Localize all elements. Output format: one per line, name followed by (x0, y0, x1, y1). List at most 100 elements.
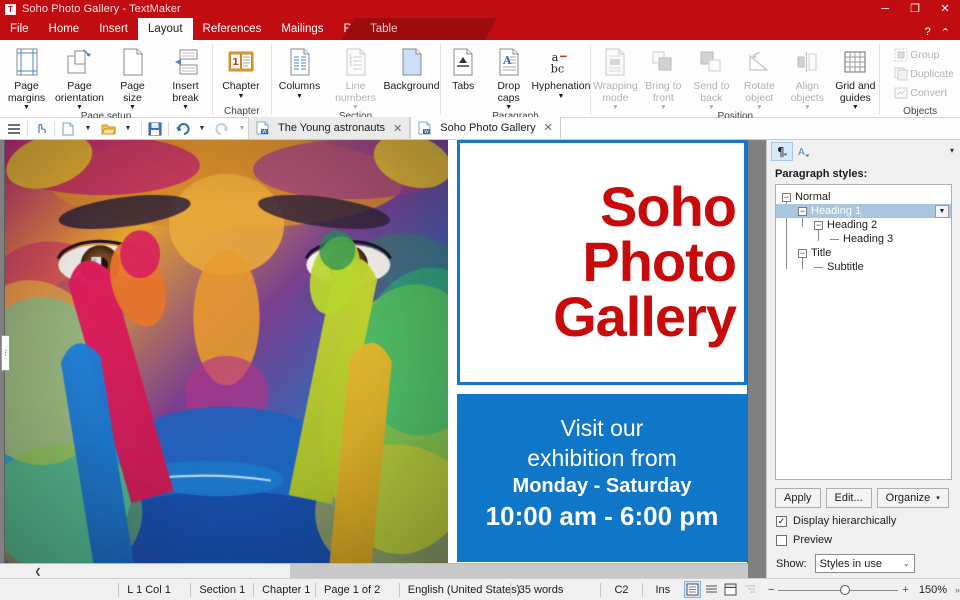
bring-to-front-button[interactable]: Bring to front ▼ (639, 43, 687, 111)
display-hierarchically-checkbox[interactable]: ✓ (776, 516, 787, 527)
word-count[interactable]: 35 words (511, 579, 600, 600)
undo-icon[interactable] (172, 119, 192, 139)
exhibition-info-frame[interactable]: Visit our exhibition from Monday - Satur… (457, 394, 747, 562)
background-button[interactable]: Background (384, 43, 440, 101)
character-style-icon[interactable]: A (793, 142, 815, 161)
tab-insert[interactable]: Insert (89, 18, 138, 40)
tab-mailings[interactable]: Mailings (271, 18, 333, 40)
zoom-level[interactable]: 150% (919, 584, 947, 596)
document-tab-young-astronauts[interactable]: W The Young astronauts ✕ (248, 117, 410, 139)
collapse-toggle-icon[interactable]: − (798, 249, 807, 258)
tree-item-heading-1[interactable]: − Heading 1 ▼ (776, 204, 951, 218)
convert-button[interactable]: Convert (890, 83, 953, 102)
grid-and-guides-button[interactable]: Grid and guides ▼ (831, 43, 879, 111)
paragraph-styles-tree[interactable]: − Normal − Heading 1 ▼ − Heading 2 Headi… (775, 184, 952, 480)
page-orientation-icon (64, 46, 96, 78)
page-orientation-button[interactable]: Page orientation ▼ (53, 43, 106, 111)
hyphenation-icon: a bc (545, 46, 577, 78)
svg-text:bc: bc (551, 62, 565, 75)
style-dropdown-icon[interactable]: ▼ (935, 205, 949, 218)
tree-item-heading-3[interactable]: Heading 3 (776, 232, 951, 246)
tabs-button[interactable]: Tabs (440, 43, 486, 101)
status-overflow-icon[interactable]: » (955, 585, 960, 595)
close-button[interactable]: ✕ (930, 0, 960, 18)
tree-item-heading-2[interactable]: − Heading 2 (776, 218, 951, 232)
close-icon[interactable]: ✕ (393, 122, 402, 135)
close-icon[interactable]: ✕ (544, 121, 553, 134)
wrapping-mode-button[interactable]: Wrapping mode ▼ (591, 43, 639, 111)
chevron-down-icon: ▼ (505, 104, 512, 111)
tab-file[interactable]: File (0, 18, 39, 40)
redo-icon[interactable] (212, 119, 232, 139)
edit-button[interactable]: Edit... (826, 488, 872, 508)
help-icon[interactable]: ? (925, 26, 931, 39)
preview-row[interactable]: Preview (776, 534, 960, 546)
horizontal-scrollbar[interactable]: ❮ (0, 563, 748, 578)
zoom-in-button[interactable]: + (902, 584, 908, 596)
zoom-out-button[interactable]: − (768, 584, 774, 596)
full-screen-view-button[interactable] (722, 581, 739, 598)
tab-references[interactable]: References (193, 18, 272, 40)
document-canvas[interactable]: Soho Photo Gallery Visit our exhibition … (0, 140, 748, 578)
paragraph-style-icon[interactable]: ¶ (771, 142, 793, 161)
insert-mode-indicator[interactable]: Ins (643, 579, 683, 600)
duplicate-button[interactable]: Duplicate (890, 64, 960, 83)
collapse-toggle-icon[interactable]: − (782, 193, 791, 202)
colorful-face-photo[interactable] (5, 140, 448, 563)
insert-break-button[interactable]: Insert break ▼ (159, 43, 212, 111)
collapse-toggle-icon[interactable]: − (798, 207, 807, 216)
sidebar-menu-icon[interactable]: ▾ (950, 146, 954, 155)
collapse-ribbon-icon[interactable]: ⌃ (941, 26, 950, 39)
group-button[interactable]: Group (890, 45, 945, 64)
window-controls: ─ ❐ ✕ (870, 0, 960, 18)
rotate-object-button[interactable]: Rotate object ▼ (735, 43, 783, 111)
drop-caps-button[interactable]: A Drop caps ▼ (486, 43, 532, 111)
align-objects-button[interactable]: Align objects ▼ (783, 43, 831, 111)
page-margins-button[interactable]: Page margins ▼ (0, 43, 53, 111)
scroll-left-icon[interactable]: ❮ (30, 564, 46, 578)
zoom-slider[interactable] (778, 582, 898, 598)
display-hierarchically-row[interactable]: ✓ Display hierarchically (776, 515, 960, 527)
line-numbers-button[interactable]: 123 Line numbers ▼ (328, 43, 384, 111)
info-line-3: Monday - Saturday (513, 473, 692, 499)
page-size-button[interactable]: Page size ▼ (106, 43, 159, 111)
document-tab-soho-photo-gallery[interactable]: W Soho Photo Gallery ✕ (410, 117, 561, 139)
chapter-button[interactable]: 1 Chapter ▼ (213, 43, 269, 101)
tab-layout[interactable]: Layout (138, 18, 193, 40)
title-text-frame[interactable]: Soho Photo Gallery (457, 140, 747, 385)
preview-checkbox[interactable] (776, 535, 787, 546)
outline-view-button[interactable] (742, 581, 759, 598)
language-indicator[interactable]: English (United States) (400, 579, 510, 600)
document-page[interactable]: Soho Photo Gallery Visit our exhibition … (5, 140, 747, 563)
tree-item-normal[interactable]: − Normal (776, 190, 951, 204)
open-file-dropdown[interactable]: ▼ (118, 119, 138, 139)
object-resize-handle[interactable]: ⋮ (1, 335, 10, 371)
convert-icon (892, 85, 910, 101)
show-select[interactable]: Styles in use ⌄ (815, 554, 915, 573)
apply-button[interactable]: Apply (775, 488, 821, 508)
columns-button[interactable]: Columns ▼ (272, 43, 328, 101)
touch-mode-icon[interactable] (31, 119, 51, 139)
tree-item-title[interactable]: − Title (776, 246, 951, 260)
open-file-icon[interactable] (98, 119, 118, 139)
insert-break-label: Insert break (172, 81, 198, 104)
print-layout-view-button[interactable] (684, 581, 701, 598)
minimize-button[interactable]: ─ (870, 0, 900, 18)
collapse-toggle-icon[interactable]: − (814, 221, 823, 230)
tab-home[interactable]: Home (39, 18, 90, 40)
draft-view-button[interactable] (703, 581, 720, 598)
tab-table[interactable]: Table (342, 18, 410, 40)
save-icon[interactable] (145, 119, 165, 139)
hyphenation-button[interactable]: a bc Hyphenation ▼ (531, 43, 590, 101)
new-document-dropdown[interactable]: ▼ (78, 119, 98, 139)
maximize-button[interactable]: ❐ (900, 0, 930, 18)
send-to-back-button[interactable]: Send to back ▼ (687, 43, 735, 111)
undo-dropdown[interactable]: ▼ (192, 119, 212, 139)
new-document-icon[interactable] (58, 119, 78, 139)
organize-button[interactable]: Organize ▾ (877, 488, 949, 508)
zoom-thumb[interactable] (840, 585, 850, 595)
chevron-down-icon: ▼ (660, 104, 667, 111)
hamburger-menu-icon[interactable] (4, 119, 24, 139)
style-indicator[interactable]: C2 (601, 579, 642, 600)
tree-item-subtitle[interactable]: Subtitle (776, 260, 951, 274)
